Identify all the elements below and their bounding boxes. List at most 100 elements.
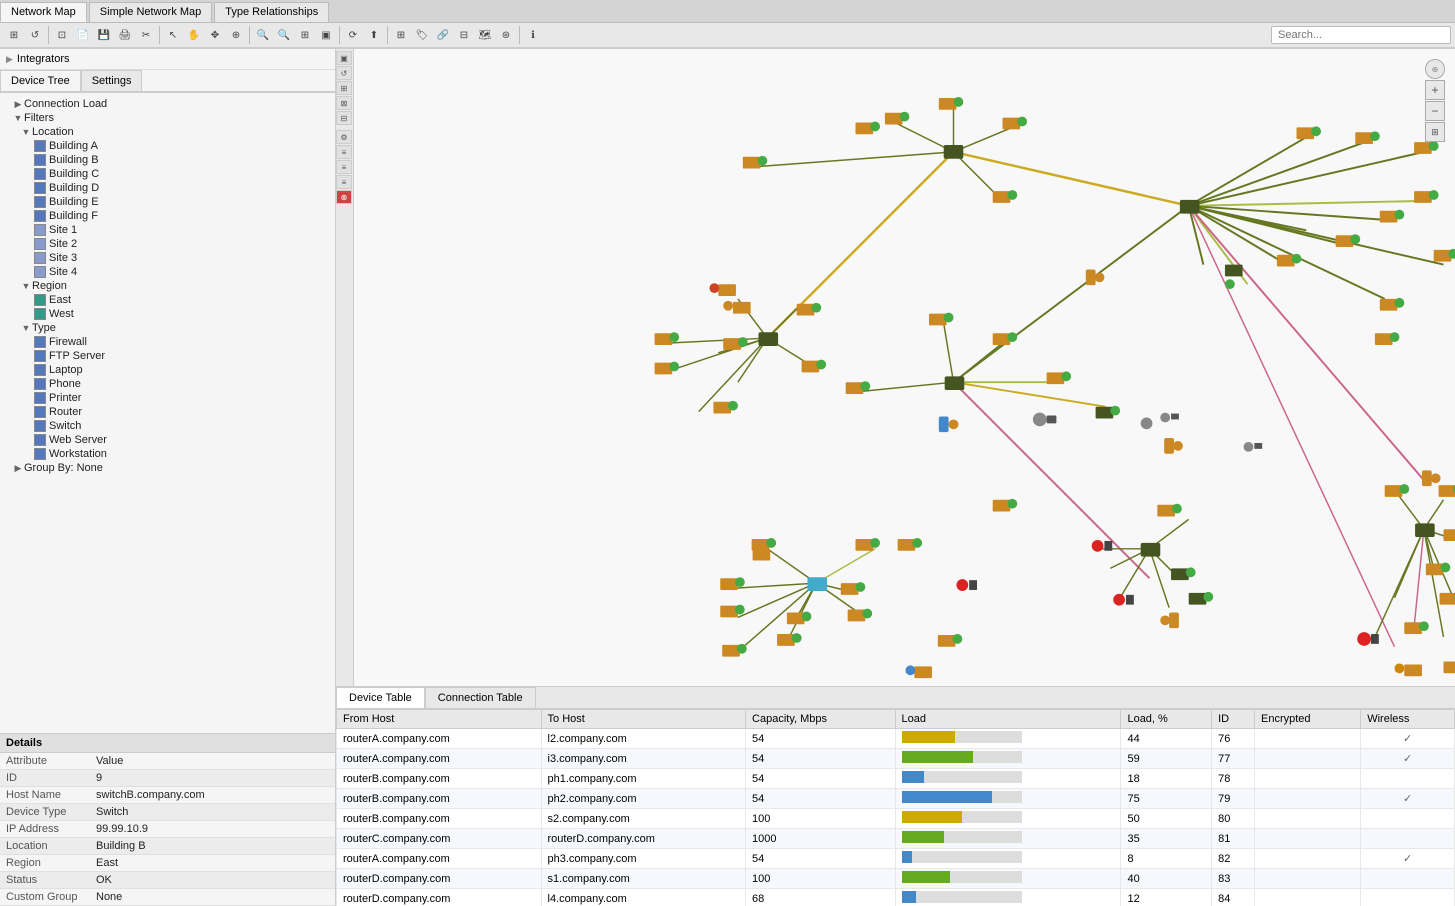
map-btn-3[interactable]: ⊞: [336, 81, 352, 95]
toolbar-btn-info[interactable]: ℹ: [523, 25, 543, 45]
cb-site3[interactable]: [34, 252, 46, 264]
cb-west[interactable]: [34, 308, 46, 320]
expand-filters[interactable]: ▼: [12, 112, 24, 124]
network-map-svg[interactable]: [354, 49, 1455, 686]
toolbar-btn-layout[interactable]: ⟳: [343, 25, 363, 45]
cb-building-a[interactable]: [34, 140, 46, 152]
cb-laptop[interactable]: [34, 364, 46, 376]
search-input[interactable]: [1271, 26, 1451, 44]
map-btn-6[interactable]: ⚙: [336, 130, 352, 144]
tree-item-site3[interactable]: Site 3: [0, 251, 335, 265]
map-btn-2[interactable]: ↺: [336, 66, 352, 80]
cb-building-c[interactable]: [34, 168, 46, 180]
expand-group-by[interactable]: ▶: [12, 462, 24, 474]
tree-item-workstation[interactable]: Workstation: [0, 447, 335, 461]
th-to-host[interactable]: To Host: [541, 710, 746, 729]
map-btn-1[interactable]: ▣: [336, 51, 352, 65]
map-nav-zoom-out[interactable]: −: [1425, 101, 1445, 121]
toolbar-btn-move[interactable]: ✥: [205, 25, 225, 45]
tab-network-map[interactable]: Network Map: [0, 2, 87, 22]
cb-printer[interactable]: [34, 392, 46, 404]
toolbar-btn-grid[interactable]: ⊞: [391, 25, 411, 45]
tree-item-site1[interactable]: Site 1: [0, 223, 335, 237]
cb-web-server[interactable]: [34, 434, 46, 446]
tree-item-building-d[interactable]: Building D: [0, 181, 335, 195]
toolbar-btn-zoom-fit[interactable]: ⊞: [295, 25, 315, 45]
toolbar-btn-export[interactable]: ⬆: [364, 25, 384, 45]
cb-site4[interactable]: [34, 266, 46, 278]
table-row[interactable]: routerD.company.com s1.company.com 100 4…: [337, 869, 1455, 889]
map-nav-fit[interactable]: ⊞: [1425, 122, 1445, 142]
map-area[interactable]: ▣ ↺ ⊞ ⊠ ⊟ ⚙ ≡ ≡ ≡ ⊗: [336, 49, 1455, 686]
tree-item-region[interactable]: ▼ Region: [0, 279, 335, 293]
tree-item-firewall[interactable]: Firewall: [0, 335, 335, 349]
toolbar-btn-crosshair[interactable]: ⊕: [226, 25, 246, 45]
table-row[interactable]: routerA.company.com i3.company.com 54 59…: [337, 749, 1455, 769]
tree-item-connection-load[interactable]: ▶ Connection Load: [0, 97, 335, 111]
map-btn-5[interactable]: ⊟: [336, 111, 352, 125]
th-wireless[interactable]: Wireless: [1361, 710, 1455, 729]
table-row[interactable]: routerB.company.com ph1.company.com 54 1…: [337, 769, 1455, 789]
tree-item-router[interactable]: Router: [0, 405, 335, 419]
cb-building-b[interactable]: [34, 154, 46, 166]
tree-item-site2[interactable]: Site 2: [0, 237, 335, 251]
bottom-tab-connection[interactable]: Connection Table: [425, 687, 536, 708]
table-row[interactable]: routerA.company.com ph3.company.com 54 8…: [337, 849, 1455, 869]
tree-item-type[interactable]: ▼ Type: [0, 321, 335, 335]
tree-item-filters[interactable]: ▼ Filters: [0, 111, 335, 125]
toolbar-btn-5[interactable]: 💾: [94, 25, 114, 45]
map-btn-10[interactable]: ⊗: [336, 190, 352, 204]
th-capacity[interactable]: Capacity, Mbps: [746, 710, 895, 729]
tree-item-building-b[interactable]: Building B: [0, 153, 335, 167]
table-row[interactable]: routerD.company.com l4.company.com 68 12…: [337, 889, 1455, 906]
cb-site1[interactable]: [34, 224, 46, 236]
map-btn-9[interactable]: ≡: [336, 175, 352, 189]
tab-device-tree[interactable]: Device Tree: [0, 70, 81, 91]
th-load-pct[interactable]: Load, %: [1121, 710, 1212, 729]
cb-router[interactable]: [34, 406, 46, 418]
tab-type-relationships[interactable]: Type Relationships: [214, 2, 329, 22]
table-scroll[interactable]: From Host To Host Capacity, Mbps Load Lo…: [336, 709, 1455, 906]
tree-item-location[interactable]: ▼ Location: [0, 125, 335, 139]
toolbar-btn-1[interactable]: ⊞: [4, 25, 24, 45]
cb-workstation[interactable]: [34, 448, 46, 460]
cb-east[interactable]: [34, 294, 46, 306]
expand-type[interactable]: ▼: [20, 322, 32, 334]
expand-connection-load[interactable]: ▶: [12, 98, 24, 110]
cb-phone[interactable]: [34, 378, 46, 390]
th-id[interactable]: ID: [1212, 710, 1255, 729]
map-btn-8[interactable]: ≡: [336, 160, 352, 174]
map-nav-zoom-in[interactable]: +: [1425, 80, 1445, 100]
bottom-tab-device[interactable]: Device Table: [336, 687, 425, 708]
tab-settings[interactable]: Settings: [81, 70, 143, 91]
table-row[interactable]: routerB.company.com ph2.company.com 54 7…: [337, 789, 1455, 809]
tree-item-building-f[interactable]: Building F: [0, 209, 335, 223]
th-encrypted[interactable]: Encrypted: [1255, 710, 1361, 729]
tree-item-switch[interactable]: Switch: [0, 419, 335, 433]
tree-item-building-a[interactable]: Building A: [0, 139, 335, 153]
toolbar-btn-zoom-sel[interactable]: ▣: [316, 25, 336, 45]
toolbar-btn-2[interactable]: ↺: [25, 25, 45, 45]
tab-simple-network-map[interactable]: Simple Network Map: [89, 2, 212, 22]
cb-switch[interactable]: [34, 420, 46, 432]
toolbar-btn-hand[interactable]: ✋: [184, 25, 204, 45]
toolbar-btn-4[interactable]: 📄: [73, 25, 93, 45]
th-from-host[interactable]: From Host: [337, 710, 542, 729]
toolbar-btn-6[interactable]: 🖨: [115, 25, 135, 45]
toolbar-btn-link[interactable]: 🔗: [433, 25, 453, 45]
tree-item-building-e[interactable]: Building E: [0, 195, 335, 209]
tree-item-site4[interactable]: Site 4: [0, 265, 335, 279]
cb-site2[interactable]: [34, 238, 46, 250]
expand-region[interactable]: ▼: [20, 280, 32, 292]
cb-building-f[interactable]: [34, 210, 46, 222]
table-row[interactable]: routerA.company.com l2.company.com 54 44…: [337, 729, 1455, 749]
cb-building-d[interactable]: [34, 182, 46, 194]
toolbar-btn-3[interactable]: ⊡: [52, 25, 72, 45]
toolbar-btn-7[interactable]: ✂: [136, 25, 156, 45]
table-row[interactable]: routerC.company.com routerD.company.com …: [337, 829, 1455, 849]
cb-firewall[interactable]: [34, 336, 46, 348]
toolbar-btn-zoom-out[interactable]: 🔍: [274, 25, 294, 45]
map-btn-4[interactable]: ⊠: [336, 96, 352, 110]
table-row[interactable]: routerB.company.com s2.company.com 100 5…: [337, 809, 1455, 829]
th-load[interactable]: Load: [895, 710, 1121, 729]
